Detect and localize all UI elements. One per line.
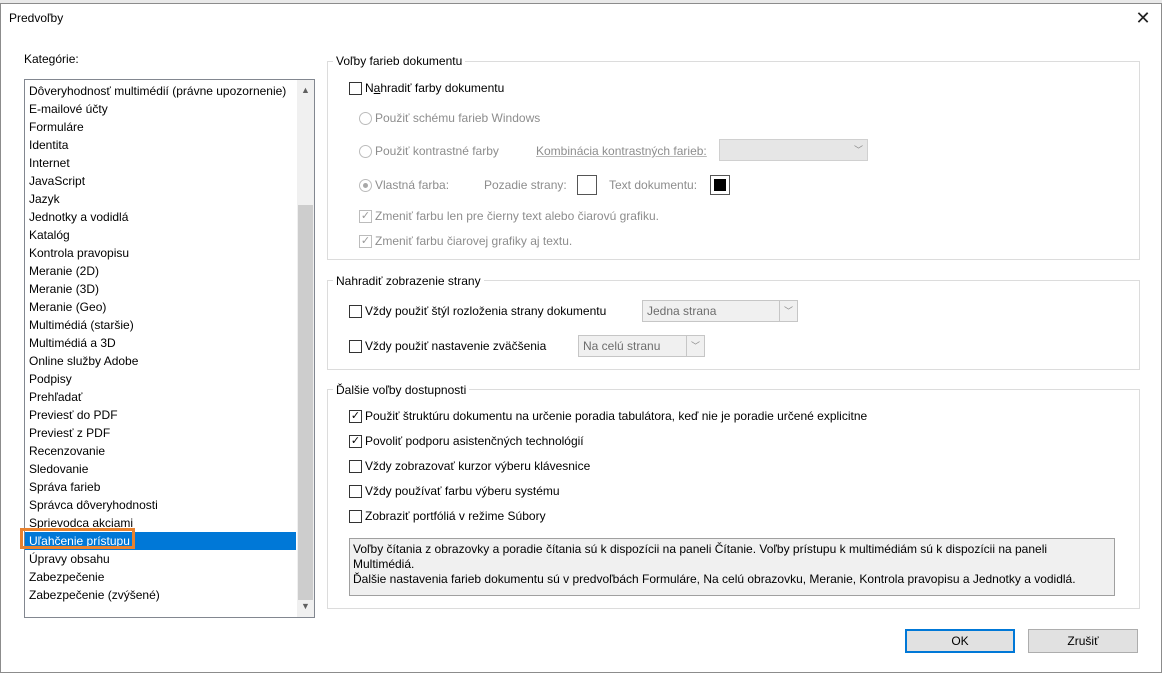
category-item[interactable]: Previesť do PDF (29, 406, 118, 424)
preferences-dialog: Predvoľby ✕ Kategórie: Zabezpečenie (zvý… (0, 3, 1162, 673)
info-line-2: Ďalšie nastavenia farieb dokumentu sú v … (353, 572, 1076, 586)
category-item[interactable]: Multimédiá a 3D (29, 334, 116, 352)
category-item[interactable]: Jednotky a vodidlá (29, 208, 128, 226)
contrast-combo-dropdown[interactable]: ﹀ (719, 139, 868, 161)
accessibility-option-label[interactable]: Vždy používať farbu výberu systému (365, 484, 560, 498)
scroll-down-icon[interactable]: ▼ (297, 598, 314, 615)
page-display-legend: Nahradiť zobrazenie strany (333, 274, 484, 288)
accessibility-option-checkbox[interactable]: ✓ (349, 435, 362, 448)
chevron-down-icon: ﹀ (779, 301, 797, 321)
scrollbar-thumb[interactable] (298, 205, 313, 600)
custom-color-label: Vlastná farba: (375, 178, 450, 192)
contrast-combo-label: Kombinácia kontrastných farieb: (536, 144, 707, 158)
zoom-setting-value: Na celú stranu (583, 339, 661, 353)
accessibility-option-label[interactable]: Vždy zobrazovať kurzor výberu klávesnice (365, 459, 590, 473)
layout-style-dropdown[interactable]: Jedna strana ﹀ (642, 300, 798, 322)
page-background-color (581, 179, 593, 191)
category-item[interactable]: Kontrola pravopisu (29, 244, 129, 262)
dialog-title: Predvoľby (9, 11, 64, 25)
layout-style-checkbox[interactable] (349, 305, 362, 318)
accessibility-option-checkbox[interactable]: ✓ (349, 410, 362, 423)
windows-scheme-label: Použiť schému farieb Windows (375, 111, 541, 125)
category-item[interactable]: Úpravy obsahu (29, 550, 110, 568)
accessibility-option-label[interactable]: Povoliť podporu asistenčných technológií (365, 434, 584, 448)
contrast-colors-radio[interactable] (359, 145, 372, 158)
change-line-art-checkbox[interactable]: ✓ (359, 235, 372, 248)
replace-colors-checkbox[interactable] (349, 82, 362, 95)
zoom-setting-checkbox[interactable] (349, 340, 362, 353)
accessibility-option-checkbox[interactable] (349, 485, 362, 498)
selection-highlight-annotation (20, 528, 135, 549)
page-background-label: Pozadie strany: (484, 178, 567, 192)
category-item[interactable]: Meranie (2D) (29, 262, 99, 280)
close-icon[interactable]: ✕ (1131, 7, 1155, 31)
category-item[interactable]: E-mailové účty (29, 100, 108, 118)
scroll-up-icon[interactable]: ▲ (297, 82, 314, 99)
category-item[interactable]: Jazyk (29, 190, 60, 208)
windows-scheme-radio[interactable] (359, 112, 372, 125)
replace-colors-label-a: N (365, 81, 374, 95)
category-item[interactable]: Multimédiá (staršie) (29, 316, 134, 334)
info-text-box: Voľby čítania z obrazovky a poradie číta… (349, 538, 1115, 596)
category-item[interactable]: Správca dôveryhodnosti (29, 496, 158, 514)
document-colors-legend: Voľby farieb dokumentu (333, 54, 466, 68)
chevron-down-icon: ﹀ (686, 336, 704, 356)
accessibility-option-checkbox[interactable] (349, 460, 362, 473)
zoom-setting-dropdown[interactable]: Na celú stranu ﹀ (578, 335, 705, 357)
category-item[interactable]: JavaScript (29, 172, 85, 190)
layout-style-value: Jedna strana (647, 304, 717, 318)
category-item[interactable]: Zabezpečenie (29, 568, 104, 586)
replace-colors-label[interactable]: Nahradiť farby dokumentu (365, 81, 504, 95)
document-text-swatch[interactable] (710, 175, 730, 195)
category-item[interactable]: Sledovanie (29, 460, 88, 478)
categories-label: Kategórie: (24, 52, 79, 66)
document-text-label: Text dokumentu: (609, 178, 698, 192)
contrast-colors-label: Použiť kontrastné farby (375, 144, 499, 158)
change-black-text-label: Zmeniť farbu len pre čierny text alebo č… (375, 209, 659, 223)
category-item[interactable]: Meranie (3D) (29, 280, 99, 298)
document-text-color (714, 179, 726, 191)
category-item[interactable]: Previesť z PDF (29, 424, 110, 442)
title-bar: Predvoľby ✕ (1, 4, 1161, 34)
change-line-art-label: Zmeniť farbu čiarovej grafiky aj textu. (375, 234, 573, 248)
change-black-text-checkbox[interactable]: ✓ (359, 210, 372, 223)
cancel-button[interactable]: Zrušiť (1028, 629, 1138, 653)
zoom-setting-label[interactable]: Vždy použiť nastavenie zväčšenia (365, 339, 546, 353)
info-line-1: Voľby čítania z obrazovky a poradie číta… (353, 542, 1048, 571)
category-item[interactable]: Dôveryhodnosť multimédií (právne upozorn… (29, 82, 286, 100)
category-item[interactable]: Formuláre (29, 118, 84, 136)
layout-style-label[interactable]: Vždy použiť štýl rozloženia strany dokum… (365, 304, 606, 318)
categories-scrollbar[interactable]: ▲ ▼ (297, 80, 314, 617)
category-item[interactable]: Internet (29, 154, 70, 172)
accessibility-legend: Ďalšie voľby dostupnosti (333, 383, 470, 397)
category-item[interactable]: Prehľadať (29, 388, 82, 406)
category-item[interactable]: Meranie (Geo) (29, 298, 106, 316)
replace-colors-label-c: hradiť farby dokumentu (380, 81, 505, 95)
category-item[interactable]: Identita (29, 136, 68, 154)
accessibility-option-label[interactable]: Použiť štruktúru dokumentu na určenie po… (365, 409, 867, 423)
page-background-swatch[interactable] (577, 175, 597, 195)
chevron-down-icon: ﹀ (853, 145, 863, 155)
page-display-group (327, 280, 1140, 370)
accessibility-option-checkbox[interactable] (349, 510, 362, 523)
accessibility-option-label[interactable]: Zobraziť portfóliá v režime Súbory (365, 509, 546, 523)
ok-button[interactable]: OK (905, 629, 1015, 653)
category-item[interactable]: Správa farieb (29, 478, 100, 496)
category-item[interactable]: Recenzovanie (29, 442, 105, 460)
category-item[interactable]: Zabezpečenie (zvýšené) (29, 586, 160, 604)
custom-color-radio[interactable] (359, 179, 372, 192)
category-item[interactable]: Katalóg (29, 226, 70, 244)
category-item[interactable]: Podpisy (29, 370, 72, 388)
category-item[interactable]: Online služby Adobe (29, 352, 138, 370)
